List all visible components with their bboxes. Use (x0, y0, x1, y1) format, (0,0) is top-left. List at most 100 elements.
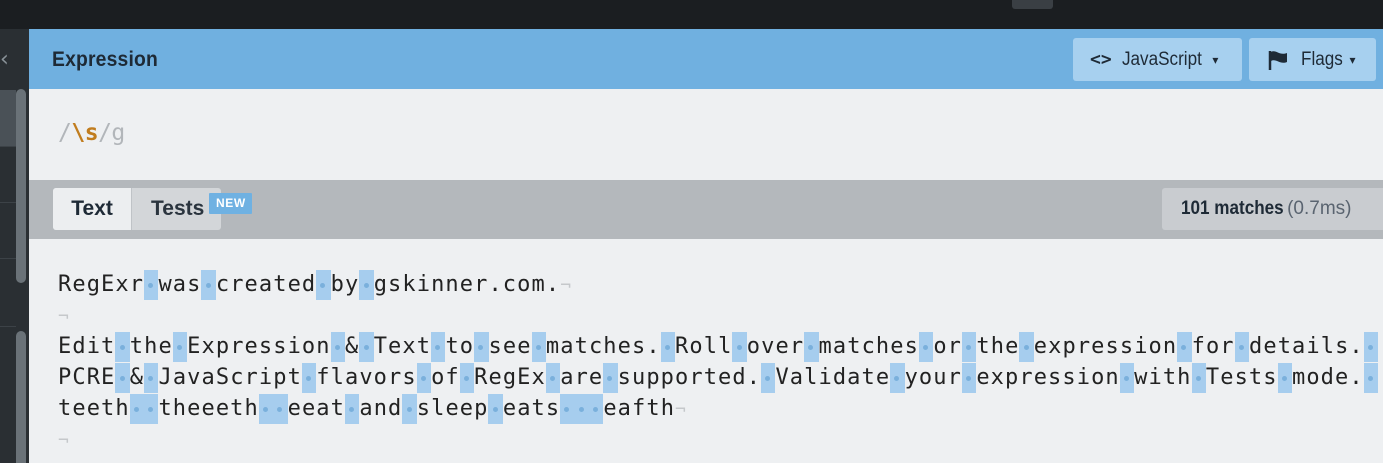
text-segment: are (560, 365, 604, 390)
text-segment: Roll (675, 334, 733, 359)
whitespace-match[interactable] (301, 363, 317, 393)
whitespace-match[interactable] (172, 332, 188, 362)
text-line: ¬ (58, 301, 70, 331)
expression-open-delimiter: / (58, 120, 72, 146)
code-brackets-icon: <> (1090, 49, 1112, 70)
whitespace-match[interactable] (1363, 363, 1379, 393)
text-segment: & (344, 334, 360, 359)
text-segment: or (933, 334, 963, 359)
whitespace-match[interactable] (201, 270, 216, 300)
whitespace-match[interactable] (402, 394, 417, 424)
whitespace-match[interactable] (416, 363, 432, 393)
sidebar-divider (0, 202, 16, 203)
whitespace-match[interactable] (115, 332, 130, 362)
whitespace-match[interactable] (603, 363, 618, 393)
whitespace-match[interactable] (1191, 363, 1206, 393)
whitespace-match[interactable] (1119, 363, 1135, 393)
expression-pattern[interactable]: \s (71, 120, 98, 146)
text-segment: eafth (603, 396, 676, 421)
sidebar-scrollbar-lower[interactable] (16, 331, 26, 463)
whitespace-match[interactable] (545, 363, 561, 393)
text-panel-header: Text Tests NEW 101 matches (0.7ms) (29, 180, 1383, 239)
whitespace-match[interactable] (488, 394, 503, 424)
whitespace-match[interactable] (1019, 332, 1034, 362)
whitespace-match[interactable] (1177, 332, 1192, 362)
whitespace-match[interactable] (115, 363, 130, 393)
line-end-marker: ¬ (58, 306, 70, 327)
whitespace-match[interactable] (431, 332, 446, 362)
flags-button-label: Flags (1301, 48, 1343, 70)
whitespace-match[interactable] (459, 363, 475, 393)
text-segment: the (976, 334, 1020, 359)
whitespace-match[interactable] (273, 394, 288, 424)
whitespace-match[interactable] (316, 270, 331, 300)
flags-button[interactable]: Flags ▾ (1249, 38, 1376, 81)
whitespace-match[interactable] (732, 332, 747, 362)
whitespace-match[interactable] (1234, 332, 1249, 362)
tab-tests[interactable]: Tests (132, 188, 221, 230)
whitespace-match[interactable] (344, 394, 360, 424)
whitespace-match[interactable] (660, 332, 676, 362)
text-tabs: Text Tests (53, 188, 221, 230)
expression-close-delimiter: / (98, 120, 112, 146)
whitespace-match[interactable] (1363, 332, 1379, 362)
text-editor[interactable]: RegExr was created by gskinner.com.¬ ¬ Edi… (29, 239, 1383, 463)
whitespace-match[interactable] (890, 363, 905, 393)
sidebar-scrollbar[interactable] (16, 89, 26, 283)
whitespace-match[interactable] (330, 332, 345, 362)
text-segment: RegExr (58, 272, 145, 297)
sidebar-selected-item[interactable] (0, 90, 16, 146)
text-segment: mode. (1291, 365, 1364, 390)
expression-title: Expression (52, 48, 159, 71)
sidebar-divider (0, 146, 16, 147)
expression-header: Expression <> JavaScript ▾ Flags ▾ (29, 29, 1383, 89)
whitespace-match[interactable] (144, 394, 159, 424)
text-segment: JavaScript (158, 365, 302, 390)
text-segment: was (158, 272, 202, 297)
text-segment: matches (818, 334, 919, 359)
text-segment: sleep (416, 396, 489, 421)
expression-flags[interactable]: g (111, 120, 125, 146)
whitespace-match[interactable] (144, 270, 159, 300)
new-badge: NEW (209, 193, 252, 214)
whitespace-match[interactable] (531, 332, 546, 362)
whitespace-match[interactable] (1277, 363, 1292, 393)
whitespace-match[interactable] (588, 394, 604, 424)
text-segment: with (1134, 365, 1192, 390)
whitespace-match[interactable] (129, 394, 145, 424)
whitespace-match[interactable] (574, 394, 589, 424)
tab-tests-label: Tests (151, 197, 205, 220)
whitespace-match[interactable] (359, 270, 374, 300)
text-segment: for (1191, 334, 1235, 359)
whitespace-match[interactable] (359, 332, 374, 362)
text-segment: & (129, 365, 145, 390)
line-end-marker: ¬ (58, 430, 70, 451)
whitespace-match[interactable] (144, 363, 159, 393)
text-segment: by (330, 272, 360, 297)
expression-input[interactable]: /\s/g (58, 120, 125, 146)
top-bar-handle[interactable] (1012, 0, 1053, 9)
text-segment: over (746, 334, 805, 359)
chevron-down-icon: ▾ (1349, 52, 1356, 67)
app-top-bar (0, 0, 1383, 29)
whitespace-match[interactable] (918, 332, 934, 362)
whitespace-match[interactable] (804, 332, 819, 362)
text-segment: expression (976, 365, 1120, 390)
flavor-button[interactable]: <> JavaScript ▾ (1073, 38, 1242, 81)
whitespace-match[interactable] (474, 332, 489, 362)
whitespace-match[interactable] (258, 394, 274, 424)
whitespace-match[interactable] (560, 394, 575, 424)
match-time: (0.7ms) (1287, 198, 1352, 219)
whitespace-match[interactable] (761, 363, 776, 393)
text-line: PCRE & JavaScript flavors of RegEx are s… (58, 363, 1379, 393)
text-segment: details. (1249, 334, 1364, 359)
text-segment: eats (502, 396, 561, 421)
whitespace-match[interactable] (961, 363, 977, 393)
expression-editor[interactable]: /\s/g (29, 89, 1383, 180)
sidebar-divider (0, 258, 16, 259)
text-line: teeth theeeth eeat and sleep eats eafth¬ (58, 394, 687, 424)
tab-text[interactable]: Text (53, 188, 132, 230)
whitespace-match[interactable] (962, 332, 977, 362)
sidebar-divider (0, 326, 16, 327)
collapse-sidebar-icon[interactable]: ‹ (0, 49, 9, 71)
